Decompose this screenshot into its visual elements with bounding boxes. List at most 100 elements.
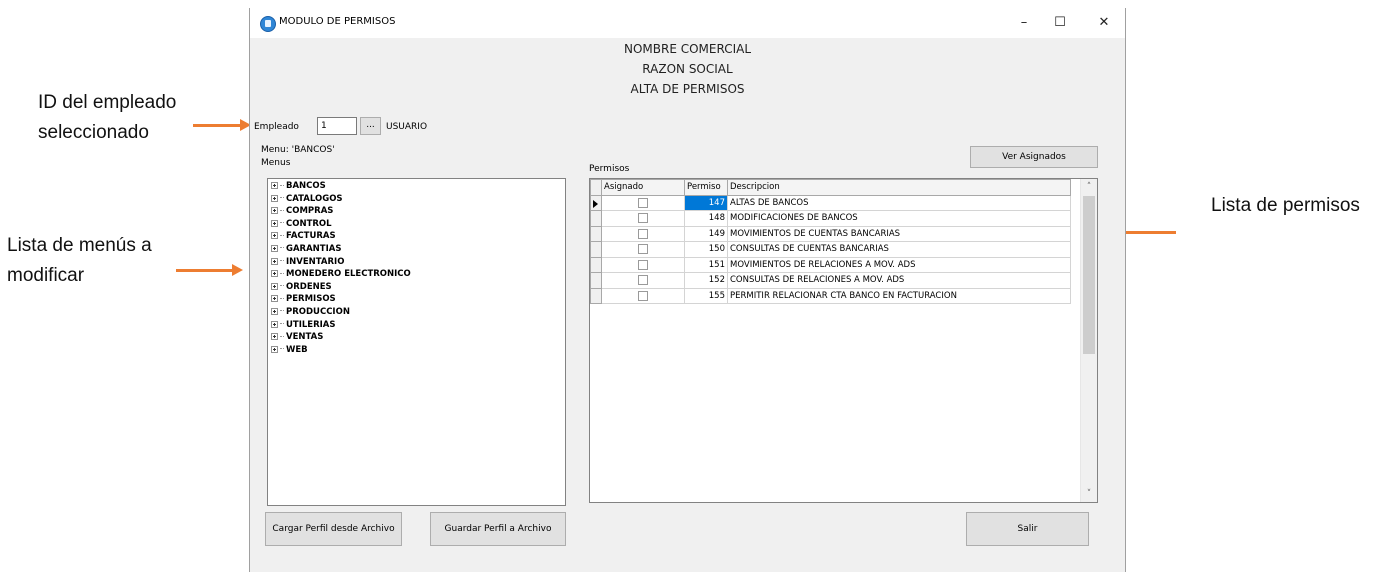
descripcion-cell[interactable]: CONSULTAS DE CUENTAS BANCARIAS bbox=[727, 241, 1071, 258]
row-header[interactable] bbox=[590, 287, 602, 304]
asignado-cell[interactable] bbox=[601, 210, 685, 227]
permiso-cell[interactable]: 151 bbox=[684, 256, 728, 273]
tree-item-label: FACTURAS bbox=[286, 231, 336, 242]
tree-item-label: PERMISOS bbox=[286, 294, 336, 305]
row-header[interactable] bbox=[590, 256, 602, 273]
expand-icon[interactable] bbox=[271, 295, 278, 303]
row-header[interactable] bbox=[590, 225, 602, 242]
cargar-perfil-button[interactable]: Cargar Perfil desde Archivo bbox=[265, 512, 402, 546]
tree-item-ordenes[interactable]: ORDENES bbox=[268, 281, 565, 294]
table-row[interactable]: 152 CONSULTAS DE RELACIONES A MOV. ADS bbox=[590, 272, 1071, 289]
tree-item-control[interactable]: CONTROL bbox=[268, 218, 565, 231]
descripcion-cell[interactable]: MOVIMIENTOS DE CUENTAS BANCARIAS bbox=[727, 225, 1071, 242]
table-row[interactable]: 149 MOVIMIENTOS DE CUENTAS BANCARIAS bbox=[590, 225, 1071, 242]
tree-item-bancos[interactable]: BANCOS bbox=[268, 180, 565, 193]
permisos-label: Permisos bbox=[589, 164, 630, 174]
table-row[interactable]: 148 MODIFICACIONES DE BANCOS bbox=[590, 210, 1071, 227]
expand-icon[interactable] bbox=[271, 232, 278, 240]
tree-item-web[interactable]: WEB bbox=[268, 344, 565, 357]
tree-connector bbox=[280, 260, 284, 262]
close-button[interactable]: ✕ bbox=[1084, 8, 1124, 38]
asignado-cell[interactable] bbox=[601, 225, 685, 242]
expand-icon[interactable] bbox=[271, 307, 278, 315]
descripcion-cell[interactable]: MOVIMIENTOS DE RELACIONES A MOV. ADS bbox=[727, 256, 1071, 273]
permiso-cell[interactable]: 150 bbox=[684, 241, 728, 258]
permiso-cell[interactable]: 147 bbox=[684, 194, 728, 211]
table-row[interactable]: 150 CONSULTAS DE CUENTAS BANCARIAS bbox=[590, 241, 1071, 258]
permiso-cell[interactable]: 152 bbox=[684, 272, 728, 289]
asignado-cell[interactable] bbox=[601, 272, 685, 289]
menus-tree[interactable]: BANCOS CATALOGOS COMPRAS CONTROL FACTURA… bbox=[267, 178, 566, 506]
asignado-checkbox[interactable] bbox=[638, 259, 648, 270]
expand-icon[interactable] bbox=[271, 270, 278, 278]
tree-item-label: BANCOS bbox=[286, 181, 326, 191]
row-header[interactable] bbox=[590, 272, 602, 289]
selected-menu-label: Menu: 'BANCOS' bbox=[261, 145, 335, 155]
asignado-cell[interactable] bbox=[601, 256, 685, 273]
descripcion-cell[interactable]: MODIFICACIONES DE BANCOS bbox=[727, 210, 1071, 227]
expand-icon[interactable] bbox=[271, 207, 278, 215]
asignado-checkbox[interactable] bbox=[638, 290, 648, 301]
tree-item-inventario[interactable]: INVENTARIO bbox=[268, 256, 565, 269]
expand-icon[interactable] bbox=[271, 244, 278, 252]
legal-name: RAZON SOCIAL bbox=[642, 62, 733, 76]
tree-item-compras[interactable]: COMPRAS bbox=[268, 205, 565, 218]
expand-icon[interactable] bbox=[271, 345, 278, 353]
expand-icon[interactable] bbox=[271, 219, 278, 227]
tree-item-label: VENTAS bbox=[286, 332, 324, 343]
asignado-cell[interactable] bbox=[601, 287, 685, 304]
asignado-cell[interactable] bbox=[601, 194, 685, 211]
row-header[interactable] bbox=[590, 241, 602, 258]
tree-item-facturas[interactable]: FACTURAS bbox=[268, 230, 565, 243]
tree-item-monedero-electronico[interactable]: MONEDERO ELECTRONICO bbox=[268, 268, 565, 281]
annotation-line: Lista de menús a bbox=[7, 235, 152, 256]
table-row[interactable]: 151 MOVIMIENTOS DE RELACIONES A MOV. ADS bbox=[590, 256, 1071, 273]
scroll-up-icon[interactable]: ˄ bbox=[1081, 179, 1097, 195]
expand-icon[interactable] bbox=[271, 320, 278, 328]
descripcion-cell[interactable]: CONSULTAS DE RELACIONES A MOV. ADS bbox=[727, 272, 1071, 289]
asignado-checkbox[interactable] bbox=[638, 213, 648, 223]
permiso-cell[interactable]: 155 bbox=[684, 287, 728, 304]
column-header-asignado[interactable]: Asignado bbox=[601, 179, 685, 196]
asignado-cell[interactable] bbox=[601, 241, 685, 258]
table-row[interactable]: 155 PERMITIR RELACIONAR CTA BANCO EN FAC… bbox=[590, 287, 1071, 304]
row-header[interactable] bbox=[590, 210, 602, 227]
expand-icon[interactable] bbox=[271, 257, 278, 265]
permisos-grid[interactable]: Asignado Permiso Descripcion 147 ALTAS D… bbox=[589, 178, 1098, 503]
browse-empleado-button[interactable]: ... bbox=[360, 117, 381, 135]
minimize-button[interactable]: – bbox=[1004, 8, 1044, 38]
table-row[interactable]: 147 ALTAS DE BANCOS bbox=[590, 194, 1071, 211]
row-header[interactable] bbox=[590, 194, 602, 211]
column-header-permiso[interactable]: Permiso bbox=[684, 179, 728, 196]
scroll-thumb[interactable] bbox=[1083, 196, 1095, 354]
column-header-descripcion[interactable]: Descripcion bbox=[727, 179, 1071, 196]
arrow-icon bbox=[176, 264, 243, 276]
tree-item-produccion[interactable]: PRODUCCION bbox=[268, 306, 565, 319]
tree-item-permisos[interactable]: PERMISOS bbox=[268, 293, 565, 306]
vertical-scrollbar[interactable]: ˄ ˅ bbox=[1080, 179, 1097, 502]
expand-icon[interactable] bbox=[271, 182, 278, 189]
tree-item-garantias[interactable]: GARANTIAS bbox=[268, 243, 565, 256]
tree-item-catalogos[interactable]: CATALOGOS bbox=[268, 193, 565, 206]
asignado-checkbox[interactable] bbox=[638, 228, 648, 239]
tree-item-ventas[interactable]: VENTAS bbox=[268, 331, 565, 344]
descripcion-cell[interactable]: PERMITIR RELACIONAR CTA BANCO EN FACTURA… bbox=[727, 287, 1071, 304]
empleado-id-input[interactable]: 1 bbox=[317, 117, 357, 135]
salir-button[interactable]: Salir bbox=[966, 512, 1089, 546]
scroll-down-icon[interactable]: ˅ bbox=[1081, 486, 1097, 502]
tree-item-utilerias[interactable]: UTILERIAS bbox=[268, 319, 565, 332]
asignado-checkbox[interactable] bbox=[638, 244, 648, 254]
expand-icon[interactable] bbox=[271, 333, 278, 341]
asignado-checkbox[interactable] bbox=[638, 197, 648, 208]
descripcion-cell[interactable]: ALTAS DE BANCOS bbox=[727, 194, 1071, 211]
ver-asignados-button[interactable]: Ver Asignados bbox=[970, 146, 1098, 168]
tree-connector bbox=[280, 184, 284, 187]
asignado-checkbox[interactable] bbox=[638, 275, 648, 285]
expand-icon[interactable] bbox=[271, 194, 278, 202]
permiso-cell[interactable]: 148 bbox=[684, 210, 728, 227]
expand-icon[interactable] bbox=[271, 282, 278, 290]
tree-item-label: INVENTARIO bbox=[286, 256, 345, 267]
guardar-perfil-button[interactable]: Guardar Perfil a Archivo bbox=[430, 512, 566, 546]
permiso-cell[interactable]: 149 bbox=[684, 225, 728, 242]
maximize-button[interactable]: ☐ bbox=[1040, 8, 1080, 38]
